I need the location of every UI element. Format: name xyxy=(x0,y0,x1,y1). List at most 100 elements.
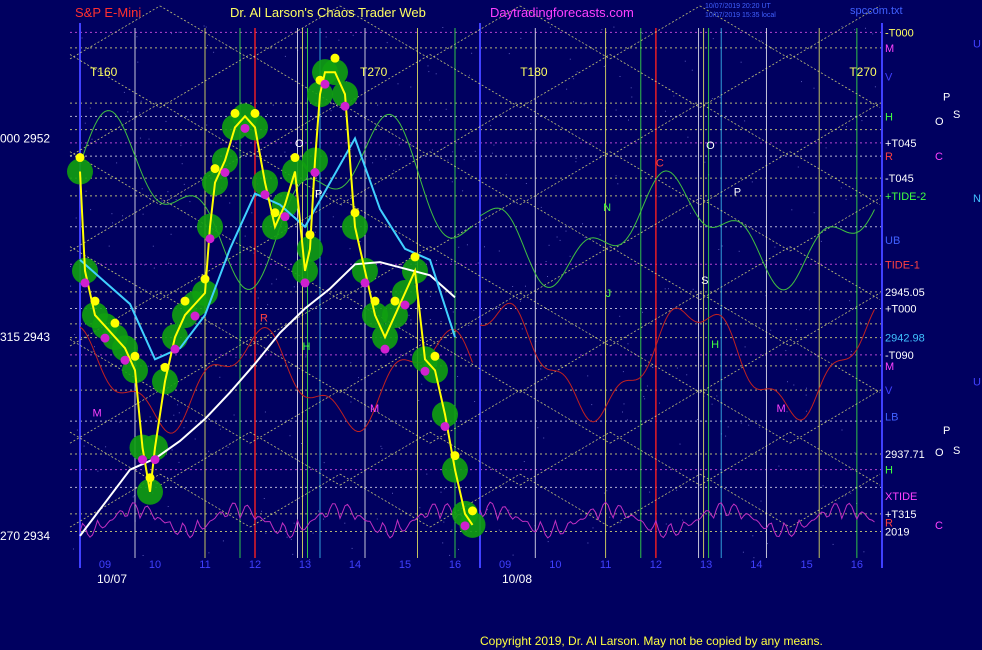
star-dot xyxy=(603,66,605,67)
star-dot xyxy=(431,149,433,151)
star-dot xyxy=(622,411,623,413)
star-dot xyxy=(165,120,167,122)
right-marker: U xyxy=(973,376,981,388)
star-dot xyxy=(622,371,624,373)
star-dot xyxy=(863,551,865,553)
star-dot xyxy=(385,158,387,160)
star-dot xyxy=(442,148,444,149)
star-dot xyxy=(116,162,118,164)
star-dot xyxy=(271,283,273,285)
star-dot xyxy=(233,414,235,416)
high-dot xyxy=(305,230,315,240)
low-dot xyxy=(260,190,270,200)
star-dot xyxy=(392,492,393,494)
chaos-trader-chart: 09 10 11 12 13 14 15 16 09 10 11 12 13 14 15 16 10/07 10/… xyxy=(0,0,982,650)
star-dot xyxy=(376,518,378,520)
star-dot xyxy=(682,519,684,521)
star-dot xyxy=(543,437,545,439)
star-dot xyxy=(797,166,799,168)
star-dot xyxy=(105,446,107,448)
star-dot xyxy=(599,234,601,236)
star-dot xyxy=(615,175,617,177)
high-dot xyxy=(250,108,260,118)
star-dot xyxy=(429,119,431,121)
star-dot xyxy=(235,356,237,358)
star-dot xyxy=(426,226,428,228)
star-dot xyxy=(676,489,678,491)
high-dot xyxy=(130,351,140,361)
low-dot xyxy=(420,366,430,376)
low-dot xyxy=(120,355,130,365)
inline-letter: S xyxy=(701,275,708,287)
star-dot xyxy=(549,26,551,28)
header-timestamp-local: 10/07/2019 15:35 local xyxy=(705,12,776,19)
star-dot xyxy=(289,435,291,437)
star-dot xyxy=(148,138,150,140)
star-dot xyxy=(190,114,192,116)
inline-letter: H xyxy=(711,339,719,351)
star-dot xyxy=(152,245,154,247)
star-dot xyxy=(692,288,694,290)
star-dot xyxy=(841,429,843,431)
star-dot xyxy=(477,262,479,264)
star-dot xyxy=(290,538,292,540)
star-dot xyxy=(447,159,449,161)
x-tick-label: 16 xyxy=(449,559,461,571)
star-dot xyxy=(458,246,460,248)
low-dot xyxy=(320,79,330,89)
star-dot xyxy=(646,385,648,387)
star-dot xyxy=(325,36,327,38)
star-dot xyxy=(719,96,721,98)
level-label: LB xyxy=(885,412,898,424)
star-dot xyxy=(244,235,246,237)
star-dot xyxy=(760,500,762,502)
level-label: UB xyxy=(885,235,900,247)
level-label: H xyxy=(885,111,893,123)
star-dot xyxy=(547,276,548,277)
high-dot xyxy=(180,296,190,306)
header-title: Dr. Al Larson's Chaos Trader Web xyxy=(230,5,426,20)
star-dot xyxy=(512,554,514,556)
star-dot xyxy=(767,543,768,545)
star-dot xyxy=(575,161,577,163)
x-tick-label: 14 xyxy=(349,559,361,571)
star-dot xyxy=(606,490,608,492)
star-dot xyxy=(484,246,485,248)
x-tick-label: 10 xyxy=(149,559,161,571)
y-tick-label: 270 2934 xyxy=(0,529,50,543)
star-dot xyxy=(537,427,539,429)
star-dot xyxy=(466,244,468,246)
star-dot xyxy=(81,37,83,39)
right-marker: P xyxy=(943,425,950,437)
star-dot xyxy=(263,498,265,499)
star-dot xyxy=(709,514,711,516)
star-dot xyxy=(742,551,744,553)
star-dot xyxy=(626,419,628,421)
low-dot xyxy=(80,278,90,288)
star-dot xyxy=(178,412,180,414)
star-dot xyxy=(658,196,660,198)
star-dot xyxy=(359,241,361,242)
star-dot xyxy=(553,101,555,103)
star-dot xyxy=(178,31,180,33)
high-dot xyxy=(410,252,420,262)
star-dot xyxy=(520,37,522,39)
star-dot xyxy=(89,107,91,109)
star-dot xyxy=(183,183,185,185)
star-dot xyxy=(583,103,585,105)
star-dot xyxy=(418,517,420,519)
star-dot xyxy=(267,114,268,115)
star-dot xyxy=(175,199,177,201)
star-dot xyxy=(111,213,113,215)
x-tick-label: 13 xyxy=(299,559,311,571)
star-dot xyxy=(498,307,500,308)
star-dot xyxy=(471,52,473,54)
star-dot xyxy=(286,536,288,538)
star-dot xyxy=(493,144,495,146)
copyright-notice: Copyright 2019, Dr. Al Larson. May not b… xyxy=(480,634,823,648)
star-dot xyxy=(740,422,742,424)
star-dot xyxy=(457,376,459,377)
star-dot xyxy=(850,492,852,494)
star-dot xyxy=(75,217,77,219)
star-dot xyxy=(785,350,787,352)
